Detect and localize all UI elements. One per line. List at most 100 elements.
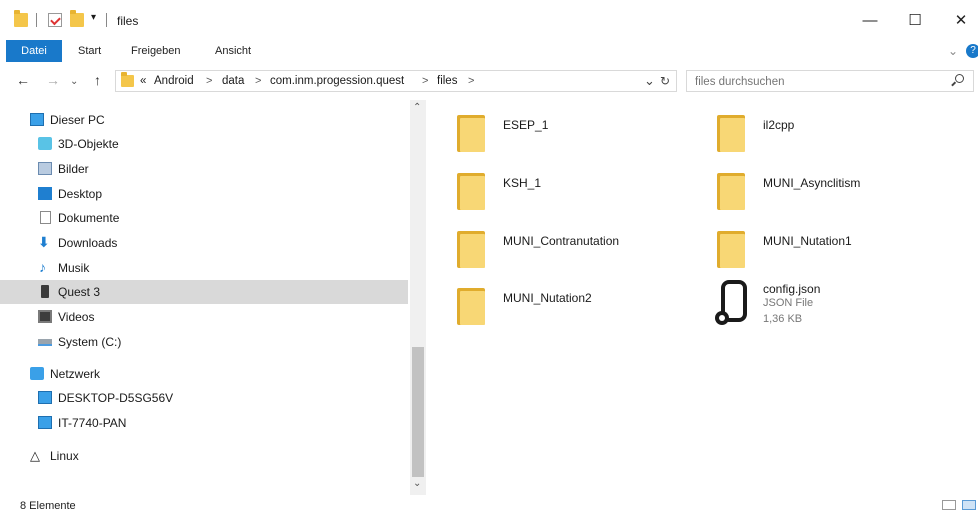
up-button[interactable]: ↑ — [94, 72, 101, 88]
search-box[interactable] — [686, 70, 974, 92]
file-item-config-json[interactable]: config.json JSON File 1,36 KB — [713, 280, 973, 332]
folder-item-muni-nutation1[interactable]: MUNI_Nutation1 — [717, 228, 977, 280]
sidebar-item-label: Videos — [58, 310, 95, 324]
sidebar-item-linux[interactable]: △ Linux — [0, 444, 408, 468]
tab-ansicht[interactable]: Ansicht — [215, 40, 251, 62]
breadcrumb-separator[interactable]: > — [422, 75, 428, 87]
downloads-icon: ⬇ — [38, 234, 50, 250]
folder-item-muni-asynclitism[interactable]: MUNI_Asynclitism — [717, 170, 977, 222]
item-name: ESEP_1 — [503, 118, 549, 132]
documents-icon — [40, 211, 51, 224]
breadcrumb-android[interactable]: Android — [154, 75, 194, 87]
back-button[interactable]: ← — [16, 72, 30, 88]
sidebar-item-musik[interactable]: ♪ Musik — [0, 256, 408, 280]
customize-toolbar-icon[interactable]: ▾ — [91, 12, 96, 23]
sidebar-item-system-c[interactable]: System (C:) — [0, 330, 408, 354]
folder-icon — [717, 228, 745, 268]
forward-button[interactable]: → — [46, 72, 60, 88]
breadcrumb-overflow[interactable]: « — [140, 75, 146, 87]
maximize-button[interactable]: ☐ — [900, 8, 930, 34]
item-name: config.json — [763, 282, 821, 296]
item-name: MUNI_Nutation2 — [503, 291, 592, 305]
folder-icon — [121, 72, 134, 87]
breadcrumb-files[interactable]: files — [437, 75, 457, 87]
breadcrumb-separator[interactable]: > — [255, 75, 261, 87]
new-folder-icon[interactable] — [70, 10, 84, 27]
sidebar-item-it-7740-pan[interactable]: IT-7740-PAN — [0, 411, 408, 435]
properties-icon[interactable] — [48, 13, 62, 27]
scroll-down-icon[interactable]: ⌄ — [413, 478, 421, 489]
scrollbar-thumb[interactable] — [412, 347, 424, 477]
sidebar-item-label: Linux — [50, 449, 79, 463]
sidebar-item-label: Downloads — [58, 236, 118, 250]
folder-item-ksh-1[interactable]: KSH_1 — [457, 170, 717, 222]
folder-icon — [457, 228, 485, 268]
sidebar-item-3d-objekte[interactable]: 3D-Objekte — [0, 132, 408, 156]
breadcrumb-package[interactable]: com.inm.progession.quest — [270, 75, 404, 87]
item-size: 1,36 KB — [763, 313, 803, 325]
sidebar-item-netzwerk[interactable]: Netzwerk — [0, 362, 408, 386]
recent-locations-icon[interactable]: ⌄ — [70, 76, 78, 87]
ribbon-tabs: Datei Start Freigeben Ansicht ⌄ ? — [0, 40, 978, 62]
expand-ribbon-button[interactable]: ⌄ — [948, 40, 958, 62]
sidebar-item-dieser-pc[interactable]: Dieser PC — [0, 108, 408, 132]
close-button[interactable]: ✕ — [946, 8, 976, 34]
folder-icon — [457, 170, 485, 210]
large-icons-view-icon[interactable] — [962, 500, 976, 510]
scroll-up-icon[interactable]: ⌃ — [413, 102, 421, 113]
sidebar-item-label: System (C:) — [58, 335, 122, 349]
search-icon[interactable] — [951, 74, 964, 87]
sidebar-item-label: IT-7740-PAN — [58, 416, 127, 430]
json-file-icon — [715, 280, 747, 325]
folder-item-il2cpp[interactable]: il2cpp — [717, 112, 977, 164]
address-bar[interactable]: « Android > data > com.inm.progession.qu… — [115, 70, 677, 92]
divider — [106, 13, 107, 27]
details-view-icon[interactable] — [942, 500, 956, 510]
breadcrumb-separator[interactable]: > — [206, 75, 212, 87]
tab-start[interactable]: Start — [78, 40, 101, 62]
breadcrumb-separator[interactable]: > — [468, 75, 474, 87]
folder-icon — [717, 170, 745, 210]
network-computer-icon — [38, 391, 52, 404]
folder-item-muni-nutation2[interactable]: MUNI_Nutation2 — [457, 285, 717, 337]
sidebar-item-dokumente[interactable]: Dokumente — [0, 206, 408, 230]
tab-datei[interactable]: Datei — [6, 40, 62, 62]
sidebar-item-bilder[interactable]: Bilder — [0, 157, 408, 181]
drive-icon — [38, 339, 52, 346]
window-title: files — [117, 14, 139, 28]
help-button[interactable]: ? — [966, 44, 978, 58]
sidebar-item-desktop-d5sg56v[interactable]: DESKTOP-D5SG56V — [0, 386, 408, 410]
folder-item-muni-contranutation[interactable]: MUNI_Contranutation — [457, 228, 717, 280]
sidebar-item-label: Quest 3 — [58, 285, 101, 299]
folder-icon — [457, 112, 485, 152]
file-list: ESEP_1 il2cpp KSH_1 MUNI_Asynclitism MUN… — [430, 100, 978, 490]
sidebar-item-label: Musik — [58, 261, 90, 275]
divider — [36, 13, 37, 27]
address-row: ← → ⌄ ↑ « Android > data > com.inm.proge… — [0, 66, 978, 96]
sidebar-item-videos[interactable]: Videos — [0, 305, 408, 329]
refresh-button[interactable]: ↻ — [660, 74, 670, 88]
folder-item-esep-1[interactable]: ESEP_1 — [457, 112, 717, 164]
desktop-icon — [38, 187, 52, 200]
address-dropdown-button[interactable]: ⌄ — [644, 73, 655, 89]
folder-icon — [14, 10, 28, 27]
minimize-button[interactable]: — — [855, 8, 885, 34]
sidebar-item-label: Dokumente — [58, 211, 120, 225]
item-type: JSON File — [763, 297, 814, 309]
pictures-icon — [38, 162, 52, 175]
linux-icon: △ — [30, 448, 40, 463]
music-icon: ♪ — [39, 259, 46, 275]
network-icon — [30, 367, 44, 380]
sidebar-item-desktop[interactable]: Desktop — [0, 182, 408, 206]
computer-icon — [30, 113, 44, 126]
tab-freigeben[interactable]: Freigeben — [131, 40, 181, 62]
sidebar-item-quest-3[interactable]: Quest 3 — [0, 280, 408, 304]
3d-objects-icon — [38, 137, 52, 150]
folder-icon — [717, 112, 745, 152]
network-computer-icon — [38, 416, 52, 429]
breadcrumb-data[interactable]: data — [222, 75, 244, 87]
sidebar-item-downloads[interactable]: ⬇ Downloads — [0, 231, 408, 255]
search-input[interactable] — [693, 72, 937, 92]
navigation-pane: Dieser PC 3D-Objekte Bilder Desktop Doku… — [0, 100, 410, 485]
title-bar: ▾ files — ☐ ✕ — [0, 0, 978, 40]
